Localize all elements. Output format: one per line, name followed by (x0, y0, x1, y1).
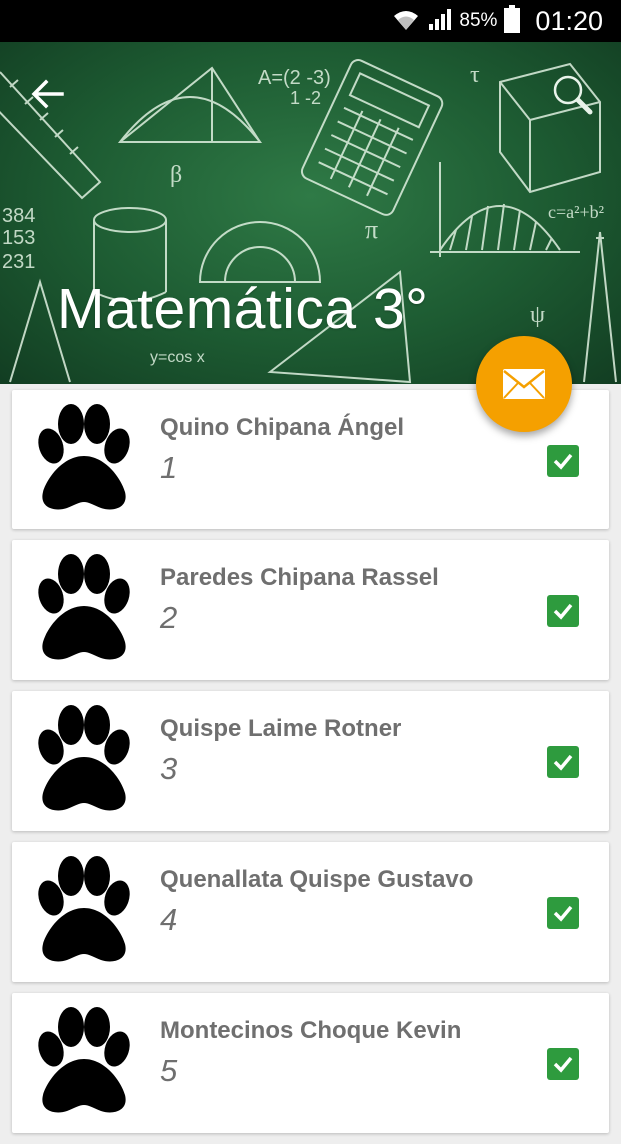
paw-icon (38, 1007, 130, 1113)
student-number: 4 (160, 902, 178, 937)
student-list: Quino Chipana Ángel 1 Paredes Chipana Ra… (12, 390, 609, 1144)
mail-icon (503, 369, 545, 399)
mail-fab-button[interactable] (476, 336, 572, 432)
paw-icon (38, 856, 130, 962)
wifi-icon (391, 6, 421, 36)
back-button[interactable] (28, 74, 68, 114)
checkmark-icon (553, 453, 573, 470)
attendance-checkbox[interactable] (547, 897, 579, 929)
battery-percent: 85% (459, 10, 498, 31)
svg-text:231: 231 (2, 251, 35, 273)
attendance-checkbox[interactable] (547, 595, 579, 627)
search-button[interactable] (548, 70, 596, 118)
checkmark-icon (553, 603, 573, 620)
student-name: Paredes Chipana Rassel (160, 564, 439, 591)
student-name: Montecinos Choque Kevin (160, 1017, 462, 1044)
student-number: 2 (160, 600, 178, 635)
svg-text:τ: τ (470, 62, 480, 88)
checkmark-icon (553, 1056, 573, 1073)
svg-text:y=cos x: y=cos x (150, 349, 205, 366)
paw-icon (38, 404, 130, 510)
svg-text:A=(2 -3): A=(2 -3) (258, 67, 331, 89)
student-number: 5 (160, 1053, 178, 1088)
search-icon (553, 75, 593, 115)
svg-text:β: β (170, 162, 182, 188)
attendance-checkbox[interactable] (547, 1048, 579, 1080)
header: A=(2 -3) 1 -2 τ 384 153 231 β π c=a²+b² (0, 42, 621, 384)
attendance-checkbox[interactable] (547, 445, 579, 477)
paw-icon (38, 554, 130, 660)
signal-icon (427, 7, 453, 35)
arrow-left-icon (31, 79, 64, 109)
svg-text:c=a²+b²: c=a²+b² (548, 202, 604, 222)
list-item[interactable]: Paredes Chipana Rassel 2 (12, 540, 609, 680)
student-name: Quispe Laime Rotner (160, 715, 402, 742)
page-title: Matemática 3° (57, 277, 429, 341)
list-item[interactable]: Montecinos Choque Kevin 5 (12, 993, 609, 1133)
attendance-checkbox[interactable] (547, 746, 579, 778)
student-name: Quenallata Quispe Gustavo (160, 866, 474, 893)
svg-text:π: π (365, 215, 378, 244)
student-number: 3 (160, 751, 178, 786)
svg-text:ψ: ψ (530, 302, 545, 328)
svg-text:1 -2: 1 -2 (290, 88, 321, 108)
status-bar: 85% 01:20 (0, 0, 621, 42)
paw-icon (38, 705, 130, 811)
svg-text:384: 384 (2, 205, 35, 227)
list-item[interactable]: Quenallata Quispe Gustavo 4 (12, 842, 609, 982)
battery-icon (503, 4, 521, 38)
checkmark-icon (553, 905, 573, 922)
svg-text:153: 153 (2, 227, 35, 249)
student-number: 1 (160, 450, 178, 485)
checkmark-icon (553, 754, 573, 771)
status-clock: 01:20 (535, 5, 603, 36)
student-name: Quino Chipana Ángel (160, 414, 404, 441)
list-item[interactable]: Quispe Laime Rotner 3 (12, 691, 609, 831)
